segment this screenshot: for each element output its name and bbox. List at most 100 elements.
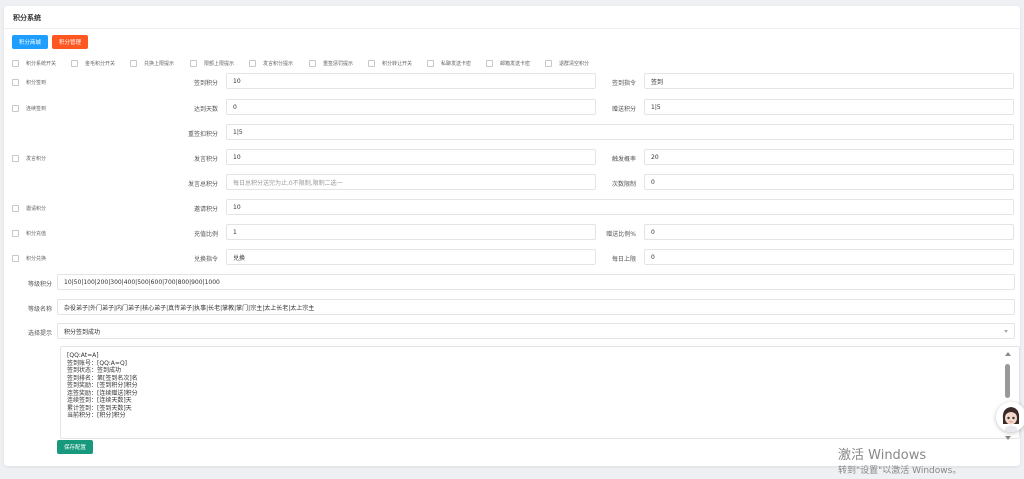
switch-quota-limit-tip[interactable]: 限额上限提示 <box>190 59 234 67</box>
section-recharge[interactable]: 积分充值 <box>12 229 46 237</box>
invite-points-input[interactable]: 10 <box>226 199 1014 215</box>
speech-total-input[interactable]: 每日总积分送完为止,0不限制,限制二选一 <box>226 174 596 190</box>
switch-label: 发言积分提示 <box>263 60 294 67</box>
checkbox-icon <box>427 59 434 67</box>
prompt-select-value: 积分签到成功 <box>64 328 101 336</box>
scrollbar-thumb[interactable] <box>1005 364 1010 398</box>
switch-label: 限额上限提示 <box>204 60 235 67</box>
header-divider <box>4 28 1020 29</box>
checkbox-icon <box>12 204 19 212</box>
bonus-points-label: 赠送积分 <box>611 106 636 113</box>
checkbox-icon <box>12 78 19 86</box>
resign-penalty-input[interactable]: 1|5 <box>226 124 1014 140</box>
checkbox-icon <box>12 154 19 162</box>
checkin-command-input[interactable]: 签到 <box>644 73 1014 89</box>
prompt-select-label: 选择提示 <box>27 330 52 337</box>
level-points-input[interactable]: 10|50|100|200|300|400|500|600|700|800|90… <box>57 274 1015 290</box>
switch-label: 金毛积分开关 <box>85 60 116 67</box>
avatar-illustration <box>996 402 1024 432</box>
daily-limit-label: 每日上限 <box>611 256 636 263</box>
checkbox-icon <box>12 229 19 237</box>
checkbox-icon <box>12 254 19 262</box>
checkbox-icon <box>71 59 78 67</box>
checkin-points-label: 签到积分 <box>193 80 218 87</box>
section-checkin[interactable]: 积分签到 <box>12 78 46 86</box>
switch-speech-points-tip[interactable]: 发言积分提示 <box>249 59 293 67</box>
template-line: 连续签到：[连续天数]天 <box>67 397 132 404</box>
checkbox-icon <box>12 59 19 67</box>
checkbox-icon <box>368 59 375 67</box>
checkbox-icon <box>190 59 197 67</box>
switch-label: 兑换上限提示 <box>144 60 175 67</box>
prompt-select[interactable]: 积分签到成功 <box>57 323 1015 339</box>
activation-watermark-title: 激活 Windows <box>838 448 927 463</box>
bonus-points-input[interactable]: 1|5 <box>644 99 1014 115</box>
section-label: 积分兑换 <box>26 255 47 262</box>
template-line: 连签奖励：[连续赠送]积分 <box>67 389 138 397</box>
checkin-points-input[interactable]: 10 <box>226 73 596 89</box>
section-invite[interactable]: 邀请积分 <box>12 204 46 212</box>
invite-points-label: 邀请积分 <box>193 206 218 213</box>
save-config-button[interactable]: 保存配置 <box>57 440 93 454</box>
switch-golden-points[interactable]: 金毛积分开关 <box>71 59 115 67</box>
switch-resign-penalty-tip[interactable]: 重签惩罚提示 <box>309 59 353 67</box>
switch-label: 邮箱发送卡密 <box>500 60 531 67</box>
count-limit-label: 次数限制 <box>611 181 636 188</box>
scroll-up-icon[interactable] <box>1005 352 1011 356</box>
switch-label: 私聊发送卡密 <box>441 60 472 67</box>
switch-exchange-limit-tip[interactable]: 兑换上限提示 <box>130 59 174 67</box>
daily-limit-input[interactable]: 0 <box>644 249 1014 265</box>
trigger-rate-label: 触发概率 <box>611 156 636 163</box>
switch-points-system[interactable]: 积分系统开关 <box>12 59 56 67</box>
checkbox-icon <box>130 59 137 67</box>
gift-ratio-input[interactable]: 0 <box>644 224 1014 240</box>
recharge-ratio-label: 充值比例 <box>193 231 218 238</box>
section-exchange[interactable]: 积分兑换 <box>12 254 46 262</box>
switch-email-send-code[interactable]: 邮箱发送卡密 <box>486 59 530 67</box>
recharge-ratio-input[interactable]: 1 <box>226 224 596 240</box>
chevron-down-icon <box>1004 329 1008 333</box>
exchange-command-label: 兑换指令 <box>193 256 218 263</box>
switch-clear-on-leave[interactable]: 退群清空积分 <box>545 59 589 67</box>
speech-points-label: 发言积分 <box>193 156 218 163</box>
section-label: 邀请积分 <box>26 205 47 212</box>
section-label: 发言积分 <box>26 155 47 162</box>
template-line: 累计签到：[签到天数]天 <box>67 404 132 412</box>
switch-label: 退群清空积分 <box>559 60 590 67</box>
speech-points-input[interactable]: 10 <box>226 149 596 165</box>
count-limit-input[interactable]: 0 <box>644 174 1014 190</box>
section-label: 积分签到 <box>26 79 47 86</box>
activation-watermark-subtitle: 转到"设置"以激活 Windows。 <box>838 466 962 476</box>
checkbox-icon <box>249 59 256 67</box>
section-speech[interactable]: 发言积分 <box>12 154 46 162</box>
points-mall-button[interactable]: 积分商城 <box>12 35 48 49</box>
prompt-template-textarea[interactable]: [QQ:At=A] 签到账号：[QQ:A=Q] 签到状态：签到成功 签到排名：第… <box>60 346 1020 439</box>
level-names-input[interactable]: 杂役弟子|外门弟子|内门弟子|核心弟子|真传弟子|执事|长老|掌教|掌门|宗主|… <box>57 299 1015 315</box>
points-manage-button[interactable]: 积分管理 <box>52 35 88 49</box>
checkbox-icon <box>486 59 493 67</box>
reach-days-input[interactable]: 0 <box>226 99 596 115</box>
template-line: 签到状态：签到成功 <box>67 367 122 374</box>
template-line: 签到奖励：[签到积分]积分 <box>67 382 138 389</box>
exchange-command-input[interactable]: 兑换 <box>226 249 596 265</box>
page-title: 积分系统 <box>13 14 41 22</box>
template-line: [QQ:At=A] <box>67 352 99 359</box>
points-system-panel: 积分系统 积分商城 积分管理 积分系统开关 金毛积分开关 兑换上限提示 限额上限… <box>4 6 1020 466</box>
speech-total-label: 发言总积分 <box>187 181 218 188</box>
assistant-avatar[interactable] <box>996 402 1024 432</box>
switch-private-send-code[interactable]: 私聊发送卡密 <box>427 59 471 67</box>
template-line: 签到排名：第[签到名次]名 <box>67 374 138 382</box>
scroll-down-icon[interactable] <box>1005 436 1011 440</box>
template-line: 当前积分：[积分]积分 <box>67 412 126 419</box>
section-streak[interactable]: 连续签到 <box>12 104 46 112</box>
switch-label: 积分系统开关 <box>26 60 57 67</box>
gift-ratio-label: 赠送比例% <box>606 231 636 238</box>
switch-points-transfer[interactable]: 积分转让开关 <box>368 59 412 67</box>
level-points-label: 等级积分 <box>27 281 52 288</box>
trigger-rate-input[interactable]: 20 <box>644 149 1014 165</box>
checkbox-icon <box>545 59 552 67</box>
checkbox-icon <box>309 59 316 67</box>
level-names-label: 等级名称 <box>27 306 52 313</box>
checkin-command-label: 签到指令 <box>611 80 636 87</box>
switch-label: 重签惩罚提示 <box>323 60 354 67</box>
